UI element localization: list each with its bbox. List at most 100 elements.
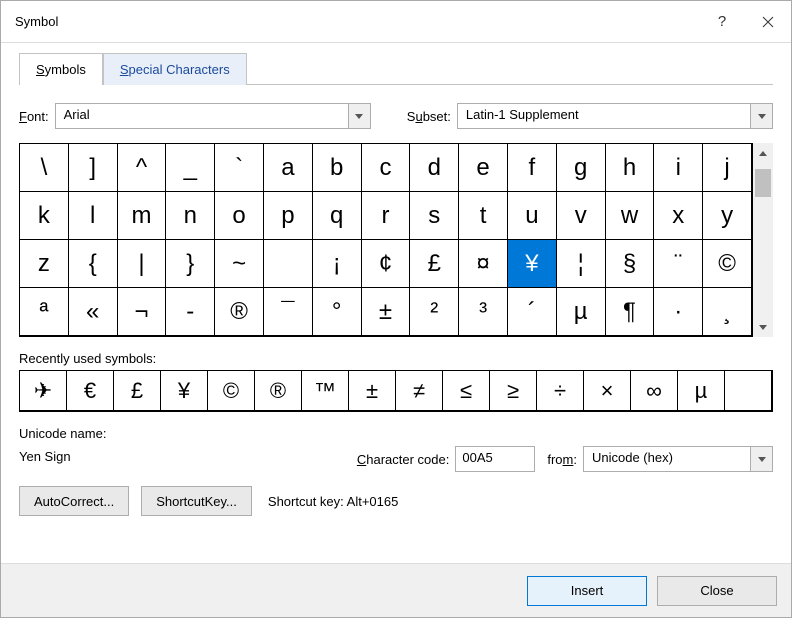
symbol-cell[interactable]: «	[69, 288, 118, 336]
symbol-cell[interactable]: z	[20, 240, 69, 288]
scroll-down-button[interactable]	[753, 317, 773, 337]
symbol-cell[interactable]: ^	[118, 144, 167, 192]
symbol-cell[interactable]: °	[313, 288, 362, 336]
recent-symbol-cell[interactable]: ✈	[20, 371, 67, 411]
recent-symbol-cell[interactable]: ÷	[537, 371, 584, 411]
symbol-grid[interactable]: \]^_`abcdefghij klmnopqrstuvwxy z{|}~ ¡¢£¤¥…	[19, 143, 753, 337]
autocorrect-button[interactable]: AutoCorrect...	[19, 486, 129, 516]
symbol-cell[interactable]: ±	[362, 288, 411, 336]
symbol-cell[interactable]: `	[215, 144, 264, 192]
symbol-cell[interactable]: ®	[215, 288, 264, 336]
symbol-cell[interactable]: \	[20, 144, 69, 192]
symbol-cell[interactable]: ³	[459, 288, 508, 336]
symbol-cell[interactable]: ¡	[313, 240, 362, 288]
unicode-name-label: Unicode name:	[19, 426, 345, 441]
symbol-cell[interactable]: £	[410, 240, 459, 288]
symbol-cell[interactable]: c	[362, 144, 411, 192]
symbol-cell[interactable]: i	[654, 144, 703, 192]
symbol-cell[interactable]: -	[166, 288, 215, 336]
scrollbar-thumb[interactable]	[755, 169, 771, 197]
symbol-cell[interactable]: §	[606, 240, 655, 288]
symbol-cell[interactable]: m	[118, 192, 167, 240]
symbol-cell[interactable]: ¶	[606, 288, 655, 336]
symbol-cell[interactable]: k	[20, 192, 69, 240]
chevron-down-icon[interactable]	[348, 104, 370, 128]
recent-symbol-cell[interactable]: ©	[208, 371, 255, 411]
symbol-cell[interactable]: ¬	[118, 288, 167, 336]
symbol-cell[interactable]: ´	[508, 288, 557, 336]
symbol-cell[interactable]: |	[118, 240, 167, 288]
font-combo[interactable]: Arial	[55, 103, 371, 129]
symbol-cell[interactable]: l	[69, 192, 118, 240]
symbol-cell[interactable]: f	[508, 144, 557, 192]
recent-symbol-cell[interactable]: ®	[255, 371, 302, 411]
recent-symbol-cell[interactable]: ™	[302, 371, 349, 411]
symbol-cell[interactable]: q	[313, 192, 362, 240]
symbol-cell[interactable]: o	[215, 192, 264, 240]
close-window-button[interactable]	[745, 1, 791, 43]
symbol-cell[interactable]: u	[508, 192, 557, 240]
help-button[interactable]: ?	[699, 1, 745, 43]
symbol-cell[interactable]: j	[703, 144, 752, 192]
recent-symbol-cell[interactable]: £	[114, 371, 161, 411]
recent-symbol-cell[interactable]: ∞	[631, 371, 678, 411]
character-code-input[interactable]: 00A5	[455, 446, 535, 472]
symbol-cell[interactable]: r	[362, 192, 411, 240]
insert-button[interactable]: Insert	[527, 576, 647, 606]
symbol-cell[interactable]: d	[410, 144, 459, 192]
symbol-cell[interactable]	[264, 240, 313, 288]
tab-symbols[interactable]: Symbols	[19, 53, 103, 85]
symbol-cell[interactable]: ¥	[508, 240, 557, 288]
symbol-cell[interactable]: ª	[20, 288, 69, 336]
recent-symbol-cell[interactable]: µ	[678, 371, 725, 411]
recent-symbol-cell[interactable]: ≠	[396, 371, 443, 411]
symbol-cell[interactable]: ¢	[362, 240, 411, 288]
recent-symbol-cell[interactable]: ±	[349, 371, 396, 411]
symbol-cell[interactable]: b	[313, 144, 362, 192]
symbol-cell[interactable]: t	[459, 192, 508, 240]
unicode-name-value: Yen Sign	[19, 449, 345, 464]
symbol-cell[interactable]: e	[459, 144, 508, 192]
from-combo-value: Unicode (hex)	[584, 447, 750, 471]
symbol-cell[interactable]: ¸	[703, 288, 752, 336]
symbol-cell[interactable]: ]	[69, 144, 118, 192]
symbol-cell[interactable]: _	[166, 144, 215, 192]
symbol-cell[interactable]: x	[654, 192, 703, 240]
symbol-cell[interactable]: g	[557, 144, 606, 192]
symbol-cell[interactable]: v	[557, 192, 606, 240]
symbol-cell[interactable]: p	[264, 192, 313, 240]
symbol-cell[interactable]: ·	[654, 288, 703, 336]
subset-combo[interactable]: Latin-1 Supplement	[457, 103, 773, 129]
symbol-cell[interactable]: h	[606, 144, 655, 192]
from-combo[interactable]: Unicode (hex)	[583, 446, 773, 472]
symbol-cell[interactable]: s	[410, 192, 459, 240]
recent-symbol-cell[interactable]: ¥	[161, 371, 208, 411]
recent-symbol-cell[interactable]: ×	[584, 371, 631, 411]
symbol-cell[interactable]: ¤	[459, 240, 508, 288]
symbol-cell[interactable]: ~	[215, 240, 264, 288]
recent-symbol-cell[interactable]: €	[67, 371, 114, 411]
symbol-cell[interactable]: w	[606, 192, 655, 240]
recent-symbol-cell[interactable]	[725, 371, 772, 411]
recent-symbol-cell[interactable]: ≥	[490, 371, 537, 411]
scroll-up-button[interactable]	[753, 143, 773, 163]
symbol-cell[interactable]: ¦	[557, 240, 606, 288]
symbol-cell[interactable]: ¯	[264, 288, 313, 336]
symbol-cell[interactable]: {	[69, 240, 118, 288]
grid-scrollbar[interactable]	[753, 143, 773, 337]
symbol-cell[interactable]: ©	[703, 240, 752, 288]
chevron-down-icon[interactable]	[750, 447, 772, 471]
recent-grid[interactable]: ✈€£¥©®™±≠≤≥÷×∞µ	[19, 370, 773, 412]
tab-special-characters[interactable]: Special Characters	[103, 53, 247, 85]
symbol-cell[interactable]: n	[166, 192, 215, 240]
symbol-cell[interactable]: }	[166, 240, 215, 288]
recent-symbol-cell[interactable]: ≤	[443, 371, 490, 411]
symbol-cell[interactable]: y	[703, 192, 752, 240]
symbol-cell[interactable]: ¨	[654, 240, 703, 288]
symbol-cell[interactable]: ²	[410, 288, 459, 336]
chevron-down-icon[interactable]	[750, 104, 772, 128]
symbol-cell[interactable]: µ	[557, 288, 606, 336]
symbol-cell[interactable]: a	[264, 144, 313, 192]
close-button[interactable]: Close	[657, 576, 777, 606]
shortcut-key-button[interactable]: Shortcut Key...	[141, 486, 252, 516]
